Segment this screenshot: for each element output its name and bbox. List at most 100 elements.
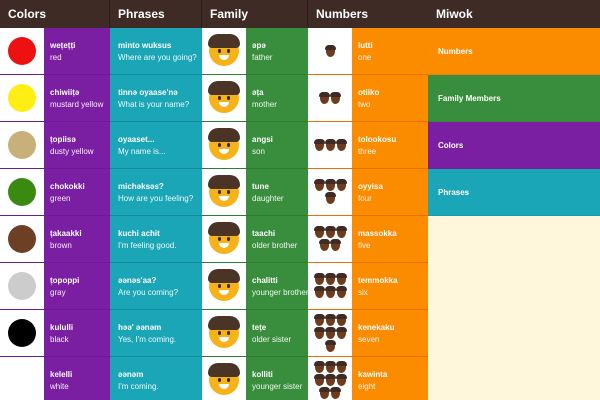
color-swatch-image: [0, 263, 44, 309]
miwok-phrase: tinnә oyaase'nә: [118, 87, 178, 97]
colors-screen: Colors weṭeṭṭi red chiwiiṭә mustard yellow…: [0, 0, 110, 400]
acorn-count-image: [308, 169, 352, 215]
list-item[interactable]: әәnәm I'm coming.: [110, 357, 202, 400]
miwok-word: ṭakaakki: [50, 228, 82, 238]
miwok-word: massokka: [358, 228, 397, 238]
list-item[interactable]: tune daughter: [202, 169, 308, 216]
miwok-word: chokokki: [50, 181, 85, 191]
acorn-icon: [324, 138, 336, 151]
list-item[interactable]: ṭakaakki brown: [0, 216, 110, 263]
acorn-icon: [319, 239, 330, 251]
list-item[interactable]: ṭopoppi gray: [0, 263, 110, 310]
list-item[interactable]: taachi older brother: [202, 216, 308, 263]
menu-item-colors[interactable]: Colors: [428, 122, 600, 169]
colors-app-bar-title: Colors: [0, 0, 110, 28]
acorn-icon: [330, 239, 341, 251]
list-item[interactable]: lutti one: [308, 28, 430, 75]
color-swatch-image: [0, 357, 44, 400]
family-member-image: [202, 216, 246, 262]
list-item[interactable]: kuchi achit I'm feeling good.: [110, 216, 202, 263]
list-item[interactable]: minto wuksus Where are you going?: [110, 28, 202, 75]
acorn-icon-group: [312, 273, 348, 298]
miwok-phrase: michәksәs?: [118, 181, 164, 191]
family-member-face: [208, 81, 240, 113]
list-item[interactable]: angsi son: [202, 122, 308, 169]
list-item[interactable]: kenekaku seven: [308, 310, 430, 357]
list-item[interactable]: kolliti younger sister: [202, 357, 308, 400]
list-item[interactable]: hәә' әәnәm Yes, I'm coming.: [110, 310, 202, 357]
english-phrase: How are you feeling?: [118, 193, 194, 203]
acorn-count-image: [308, 216, 352, 262]
acorn-count-image: [308, 28, 352, 74]
english-word: green: [50, 193, 71, 203]
acorn-icon-group: [312, 179, 348, 204]
family-member-image: [202, 357, 246, 400]
acorn-icon: [313, 286, 325, 298]
list-item[interactable]: ṭopiisә dusty yellow: [0, 122, 110, 169]
color-swatch: [8, 272, 36, 300]
acorn-count-image: [308, 263, 352, 309]
miwok-phrase: әәnәs'aa?: [118, 275, 157, 285]
acorn-icon-group: [312, 91, 348, 104]
main-menu-screen: Miwok Numbers Family Members Colors Phra…: [428, 0, 600, 400]
miwok-word: angsi: [252, 134, 273, 144]
family-member-image: [202, 310, 246, 356]
menu-item-numbers[interactable]: Numbers: [428, 28, 600, 75]
acorn-icon: [324, 179, 336, 191]
list-item[interactable]: chalitti younger brother: [202, 263, 308, 310]
english-word: four: [358, 193, 372, 203]
color-swatch-image: [0, 122, 44, 168]
list-item[interactable]: teṭe older sister: [202, 310, 308, 357]
miwok-word: chiwiiṭә: [50, 87, 80, 97]
acorn-icon: [319, 386, 330, 399]
list-item[interactable]: әṭa mother: [202, 75, 308, 122]
miwok-word: temmokka: [358, 275, 398, 285]
color-swatch-image: [0, 310, 44, 356]
list-item[interactable]: chokokki green: [0, 169, 110, 216]
list-item[interactable]: oyaaset... My name is...: [110, 122, 202, 169]
acorn-icon: [335, 373, 347, 386]
miwok-phrase: oyaaset...: [118, 134, 155, 144]
acorn-icon-group: [312, 138, 348, 151]
list-item[interactable]: oyyisa four: [308, 169, 430, 216]
list-item[interactable]: әәnәs'aa? Are you coming?: [110, 263, 202, 310]
color-swatch: [8, 84, 36, 112]
list-item[interactable]: chiwiiṭә mustard yellow: [0, 75, 110, 122]
acorn-icon: [330, 386, 341, 399]
phrases-screen: Phrases minto wuksus Where are you going?…: [110, 0, 202, 400]
english-phrase: I'm coming.: [118, 381, 159, 391]
list-item[interactable]: tolookosu three: [308, 122, 430, 169]
list-item[interactable]: kululli black: [0, 310, 110, 357]
list-item[interactable]: weṭeṭṭi red: [0, 28, 110, 75]
main-app-bar-title: Miwok: [428, 0, 600, 28]
acorn-icon: [335, 226, 347, 238]
color-swatch: [8, 225, 36, 253]
english-word: six: [358, 287, 368, 297]
list-item[interactable]: michәksәs? How are you feeling?: [110, 169, 202, 216]
menu-item-family-members[interactable]: Family Members: [428, 75, 600, 122]
menu-item-phrases[interactable]: Phrases: [428, 169, 600, 216]
list-item[interactable]: әpә father: [202, 28, 308, 75]
english-phrase: Yes, I'm coming.: [118, 334, 177, 344]
list-item[interactable]: tinnә oyaase'nә What is your name?: [110, 75, 202, 122]
english-phrase: My name is...: [118, 146, 166, 156]
english-word: black: [50, 334, 69, 344]
english-phrase: Where are you going?: [118, 52, 197, 62]
english-phrase: Are you coming?: [118, 287, 179, 297]
family-member-face: [208, 222, 240, 254]
acorn-count-image: [308, 122, 352, 168]
acorn-count-image: [308, 75, 352, 121]
acorn-icon: [335, 326, 347, 339]
english-word: brown: [50, 240, 72, 250]
list-item[interactable]: otiiko two: [308, 75, 430, 122]
miwok-word: tune: [252, 181, 269, 191]
list-item[interactable]: kelelli white: [0, 357, 110, 400]
family-member-face: [208, 34, 240, 66]
list-item[interactable]: kawinta eight: [308, 357, 430, 400]
english-word: son: [252, 146, 265, 156]
list-item[interactable]: temmokka six: [308, 263, 430, 310]
acorn-icon: [335, 179, 347, 191]
acorn-icon: [335, 273, 347, 285]
list-item[interactable]: massokka five: [308, 216, 430, 263]
miwok-word: kenekaku: [358, 322, 395, 332]
